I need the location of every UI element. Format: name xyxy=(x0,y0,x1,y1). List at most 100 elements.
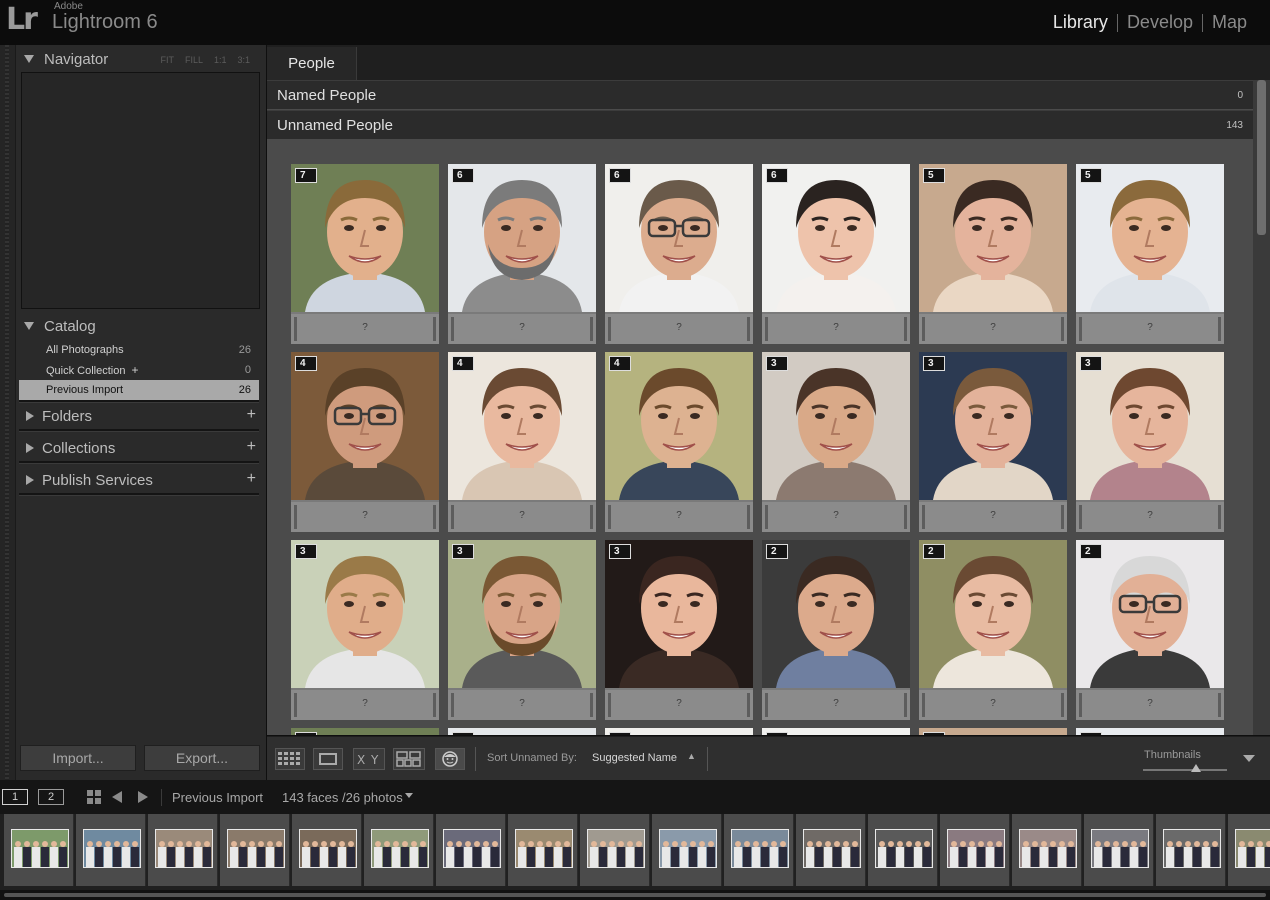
face-thumbnail[interactable] xyxy=(448,164,596,312)
face-name-field[interactable]: ? xyxy=(919,314,1067,344)
filmstrip-thumbnail[interactable] xyxy=(1091,829,1149,868)
face-name-field[interactable]: ? xyxy=(762,690,910,720)
face-name-field[interactable]: ? xyxy=(448,314,596,344)
left-panel-collapse-strip[interactable] xyxy=(0,45,16,780)
filmstrip-summary[interactable]: 143 faces /26 photos xyxy=(282,790,403,805)
face-name-field[interactable]: ? xyxy=(448,502,596,532)
publish-services-header[interactable]: Publish Services + xyxy=(16,467,266,493)
face-card[interactable]: 6? xyxy=(605,728,753,735)
filmstrip-scrollbar[interactable] xyxy=(0,890,1270,900)
face-card[interactable]: 6? xyxy=(448,164,596,344)
face-name-field[interactable]: ? xyxy=(1076,502,1224,532)
face-card[interactable]: 5? xyxy=(1076,164,1224,344)
sort-dropdown[interactable]: Suggested Name xyxy=(592,752,677,764)
filmstrip-thumbnail[interactable] xyxy=(155,829,213,868)
loupe-view-button[interactable] xyxy=(313,748,343,770)
face-thumbnail[interactable] xyxy=(1076,164,1224,312)
filmstrip-scrollbar-thumb[interactable] xyxy=(4,893,1266,897)
face-name-field[interactable]: ? xyxy=(291,690,439,720)
face-card[interactable]: 3? xyxy=(291,540,439,720)
filmstrip-cell[interactable] xyxy=(76,814,146,886)
face-card[interactable]: 3? xyxy=(1076,352,1224,532)
face-thumbnail[interactable] xyxy=(291,352,439,500)
face-name-field[interactable]: ? xyxy=(291,314,439,344)
grid-view-button[interactable] xyxy=(275,748,305,770)
filmstrip-cell[interactable] xyxy=(724,814,794,886)
filmstrip-thumbnail[interactable] xyxy=(947,829,1005,868)
face-card[interactable]: 5? xyxy=(919,728,1067,735)
navigator-preview[interactable] xyxy=(21,72,260,309)
filmstrip-cell[interactable] xyxy=(868,814,938,886)
face-name-field[interactable]: ? xyxy=(919,690,1067,720)
face-card[interactable]: 3? xyxy=(762,352,910,532)
face-card[interactable]: 3? xyxy=(605,540,753,720)
face-card[interactable]: 6? xyxy=(762,164,910,344)
filmstrip-thumbnail[interactable] xyxy=(515,829,573,868)
filmstrip-thumbnail[interactable] xyxy=(443,829,501,868)
face-card[interactable]: 7? xyxy=(291,728,439,735)
face-card[interactable]: 4? xyxy=(291,352,439,532)
face-card[interactable]: 7? xyxy=(291,164,439,344)
filmstrip-cell[interactable] xyxy=(652,814,722,886)
face-thumbnail[interactable] xyxy=(762,352,910,500)
arrow-left-icon[interactable] xyxy=(112,791,122,803)
slider-knob-icon[interactable] xyxy=(1191,764,1201,772)
face-thumbnail[interactable] xyxy=(448,540,596,688)
add-collection-plus-icon[interactable]: + xyxy=(247,439,256,455)
collapse-triangle-icon[interactable] xyxy=(24,322,34,330)
filmstrip-cell[interactable] xyxy=(940,814,1010,886)
face-thumbnail[interactable] xyxy=(919,164,1067,312)
survey-view-button[interactable] xyxy=(393,748,425,770)
filmstrip-cell[interactable] xyxy=(796,814,866,886)
filmstrip-cell[interactable] xyxy=(508,814,578,886)
face-card[interactable]: 2? xyxy=(919,540,1067,720)
module-develop[interactable]: Develop xyxy=(1118,12,1202,33)
filmstrip-thumbnail[interactable] xyxy=(83,829,141,868)
face-name-field[interactable]: ? xyxy=(605,502,753,532)
face-name-field[interactable]: ? xyxy=(605,690,753,720)
face-card[interactable]: 4? xyxy=(605,352,753,532)
collections-header[interactable]: Collections + xyxy=(16,435,266,461)
filmstrip-thumbnail[interactable] xyxy=(1019,829,1077,868)
filmstrip-thumbnail[interactable] xyxy=(731,829,789,868)
face-thumbnail[interactable] xyxy=(605,540,753,688)
collapse-triangle-icon[interactable] xyxy=(24,55,34,63)
tab-people[interactable]: People xyxy=(267,47,357,80)
add-publish-service-plus-icon[interactable]: + xyxy=(247,471,256,487)
face-name-field[interactable]: ? xyxy=(605,314,753,344)
sort-dropdown-arrows-icon[interactable]: ▲ xyxy=(687,751,696,761)
face-thumbnail[interactable] xyxy=(605,352,753,500)
face-name-field[interactable]: ? xyxy=(919,502,1067,532)
filmstrip-thumbnail[interactable] xyxy=(875,829,933,868)
face-card[interactable]: 3? xyxy=(448,540,596,720)
grid-view-icon[interactable] xyxy=(86,789,102,805)
filmstrip-source[interactable]: Previous Import xyxy=(172,790,263,805)
zoom-fill[interactable]: FILL xyxy=(185,55,203,65)
filmstrip-thumbnail[interactable] xyxy=(1235,829,1270,868)
face-thumbnail[interactable] xyxy=(1076,540,1224,688)
face-card[interactable]: 4? xyxy=(448,352,596,532)
zoom-1-1[interactable]: 1:1 xyxy=(214,55,227,65)
face-thumbnail[interactable] xyxy=(1076,352,1224,500)
filmstrip-cell[interactable] xyxy=(1012,814,1082,886)
zoom-fit[interactable]: FIT xyxy=(160,55,174,65)
import-button[interactable]: Import... xyxy=(20,745,136,771)
filmstrip-cell[interactable] xyxy=(4,814,74,886)
zoom-3-1[interactable]: 3:1 xyxy=(237,55,250,65)
filmstrip-thumbnail[interactable] xyxy=(1163,829,1221,868)
filmstrip-thumbnail[interactable] xyxy=(659,829,717,868)
filmstrip-thumbnail[interactable] xyxy=(299,829,357,868)
face-thumbnail[interactable] xyxy=(448,352,596,500)
face-name-field[interactable]: ? xyxy=(448,690,596,720)
catalog-item-all-photographs[interactable]: All Photographs 26 xyxy=(19,340,259,360)
face-card[interactable]: 3? xyxy=(919,352,1067,532)
filmstrip-cell[interactable] xyxy=(580,814,650,886)
face-card[interactable]: 2? xyxy=(762,540,910,720)
add-folder-plus-icon[interactable]: + xyxy=(247,407,256,423)
filmstrip-thumbnail[interactable] xyxy=(803,829,861,868)
arrow-right-icon[interactable] xyxy=(138,791,148,803)
thumbnail-size-slider[interactable] xyxy=(1143,769,1227,771)
module-library[interactable]: Library xyxy=(1044,12,1117,33)
people-view-button[interactable] xyxy=(435,748,465,770)
filmstrip-thumbnail[interactable] xyxy=(11,829,69,868)
